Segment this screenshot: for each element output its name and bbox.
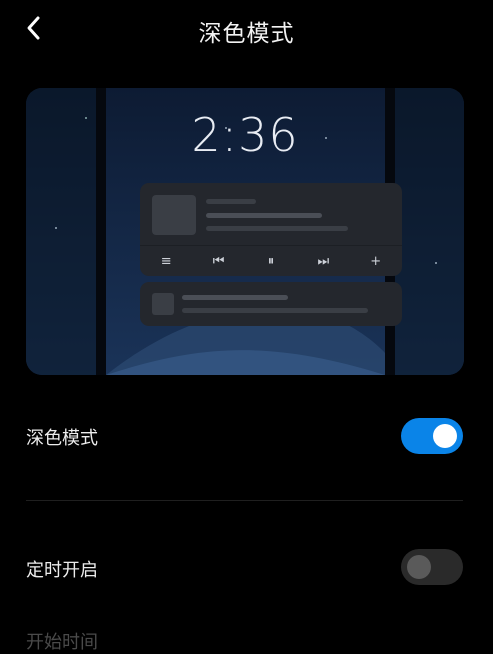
dark-mode-label: 深色模式 (26, 428, 98, 449)
divider (26, 500, 463, 501)
dark-mode-row[interactable]: 深色模式 (0, 412, 493, 462)
notification-icon-placeholder (152, 293, 174, 315)
text-placeholder (206, 226, 348, 231)
toggle-knob (433, 424, 457, 448)
media-controls: ≡ ⏮ ⏸ ⏭ + (140, 245, 402, 276)
next-icon: ⏭ (317, 253, 330, 269)
previous-icon: ⏮ (212, 253, 225, 269)
notification-card (140, 282, 402, 326)
plus-icon: + (370, 253, 382, 269)
text-placeholder (206, 213, 322, 218)
text-placeholder (182, 308, 368, 313)
text-placeholder (206, 199, 256, 204)
media-card: ≡ ⏮ ⏸ ⏭ + (140, 183, 402, 276)
text-placeholder (182, 295, 288, 300)
playlist-icon: ≡ (160, 253, 172, 269)
scheduled-toggle[interactable] (401, 549, 463, 585)
scheduled-label: 定时开启 (26, 560, 98, 581)
pause-icon: ⏸ (267, 253, 275, 269)
scheduled-row[interactable]: 定时开启 (0, 542, 493, 592)
page-title: 深色模式 (198, 21, 295, 47)
start-time-label: 开始时间 (26, 632, 98, 653)
dark-mode-preview: 2:36 ≡ ⏮ ⏸ ⏭ + (26, 88, 464, 375)
toggle-knob (407, 555, 431, 579)
clock: 2:36 (191, 108, 299, 162)
album-art-placeholder (152, 195, 196, 235)
header: 深色模式 (0, 0, 493, 60)
dark-mode-toggle[interactable] (401, 418, 463, 454)
